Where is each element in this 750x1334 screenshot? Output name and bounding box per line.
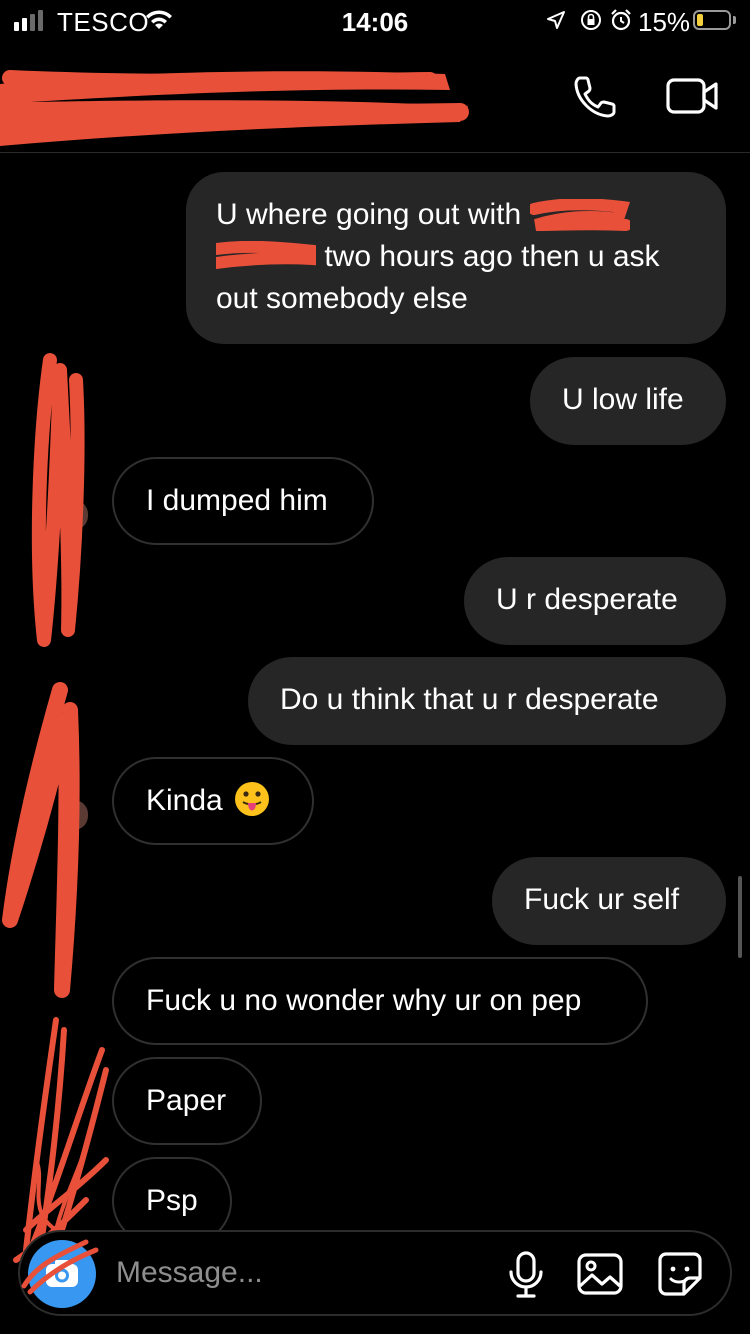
message-text: Paper — [146, 1084, 227, 1117]
message-incoming[interactable]: Fuck u no wonder why ur on pep — [112, 957, 648, 1045]
message-text: Do u think that u r desperate — [280, 683, 659, 716]
battery-percentage: 15% — [638, 7, 691, 37]
orientation-lock-icon — [581, 10, 601, 30]
message-composer — [18, 1230, 732, 1316]
message-text-line: U where going out with — [216, 194, 696, 236]
redacted-name — [216, 241, 316, 270]
message-text: I dumped him — [146, 484, 328, 517]
battery-cap — [733, 16, 736, 24]
redacted-avatar — [2, 682, 80, 998]
message-outgoing[interactable]: U r desperate — [464, 557, 726, 645]
avatar-partial — [40, 138, 80, 158]
battery-icon — [693, 10, 731, 30]
phone-icon[interactable] — [570, 72, 620, 122]
redacted-avatar — [31, 353, 85, 647]
video-camera-icon[interactable] — [666, 76, 720, 116]
status-bar: TESCO 14:06 15% — [0, 0, 750, 42]
message-text: Fuck ur self — [524, 883, 680, 916]
message-text: Psp — [146, 1184, 198, 1217]
message-text: U r desperate — [496, 583, 678, 616]
microphone-icon[interactable] — [506, 1250, 546, 1300]
message-outgoing[interactable]: Fuck ur self — [492, 857, 726, 945]
message-outgoing[interactable]: U where going out with two hours ago the… — [186, 172, 726, 344]
message-incoming[interactable]: Paper — [112, 1057, 262, 1145]
message-outgoing[interactable]: U low life — [530, 357, 726, 445]
message-text: Fuck u no wonder why ur on pep — [146, 984, 582, 1017]
message-incoming[interactable]: Kinda — [112, 757, 314, 845]
message-outgoing[interactable]: Do u think that u r desperate — [248, 657, 726, 745]
message-incoming[interactable]: I dumped him — [112, 457, 374, 545]
message-input[interactable] — [114, 1250, 498, 1296]
chat-header — [0, 42, 750, 153]
message-text: Kinda — [146, 784, 223, 817]
avatar — [74, 500, 88, 530]
location-arrow-icon — [547, 11, 565, 29]
redacted-name — [529, 199, 630, 232]
tongue-face-emoji — [234, 782, 269, 817]
camera-icon — [46, 1260, 78, 1287]
sticker-icon[interactable] — [656, 1250, 704, 1298]
camera-button[interactable] — [28, 1240, 96, 1308]
alarm-icon — [611, 9, 631, 31]
avatar — [74, 800, 88, 830]
gallery-icon[interactable] — [576, 1250, 624, 1298]
scrollbar[interactable] — [738, 876, 742, 958]
message-text-line: out somebody else — [216, 282, 468, 315]
message-text: U low life — [562, 383, 684, 416]
message-text-line: two hours ago then u ask — [216, 236, 696, 278]
